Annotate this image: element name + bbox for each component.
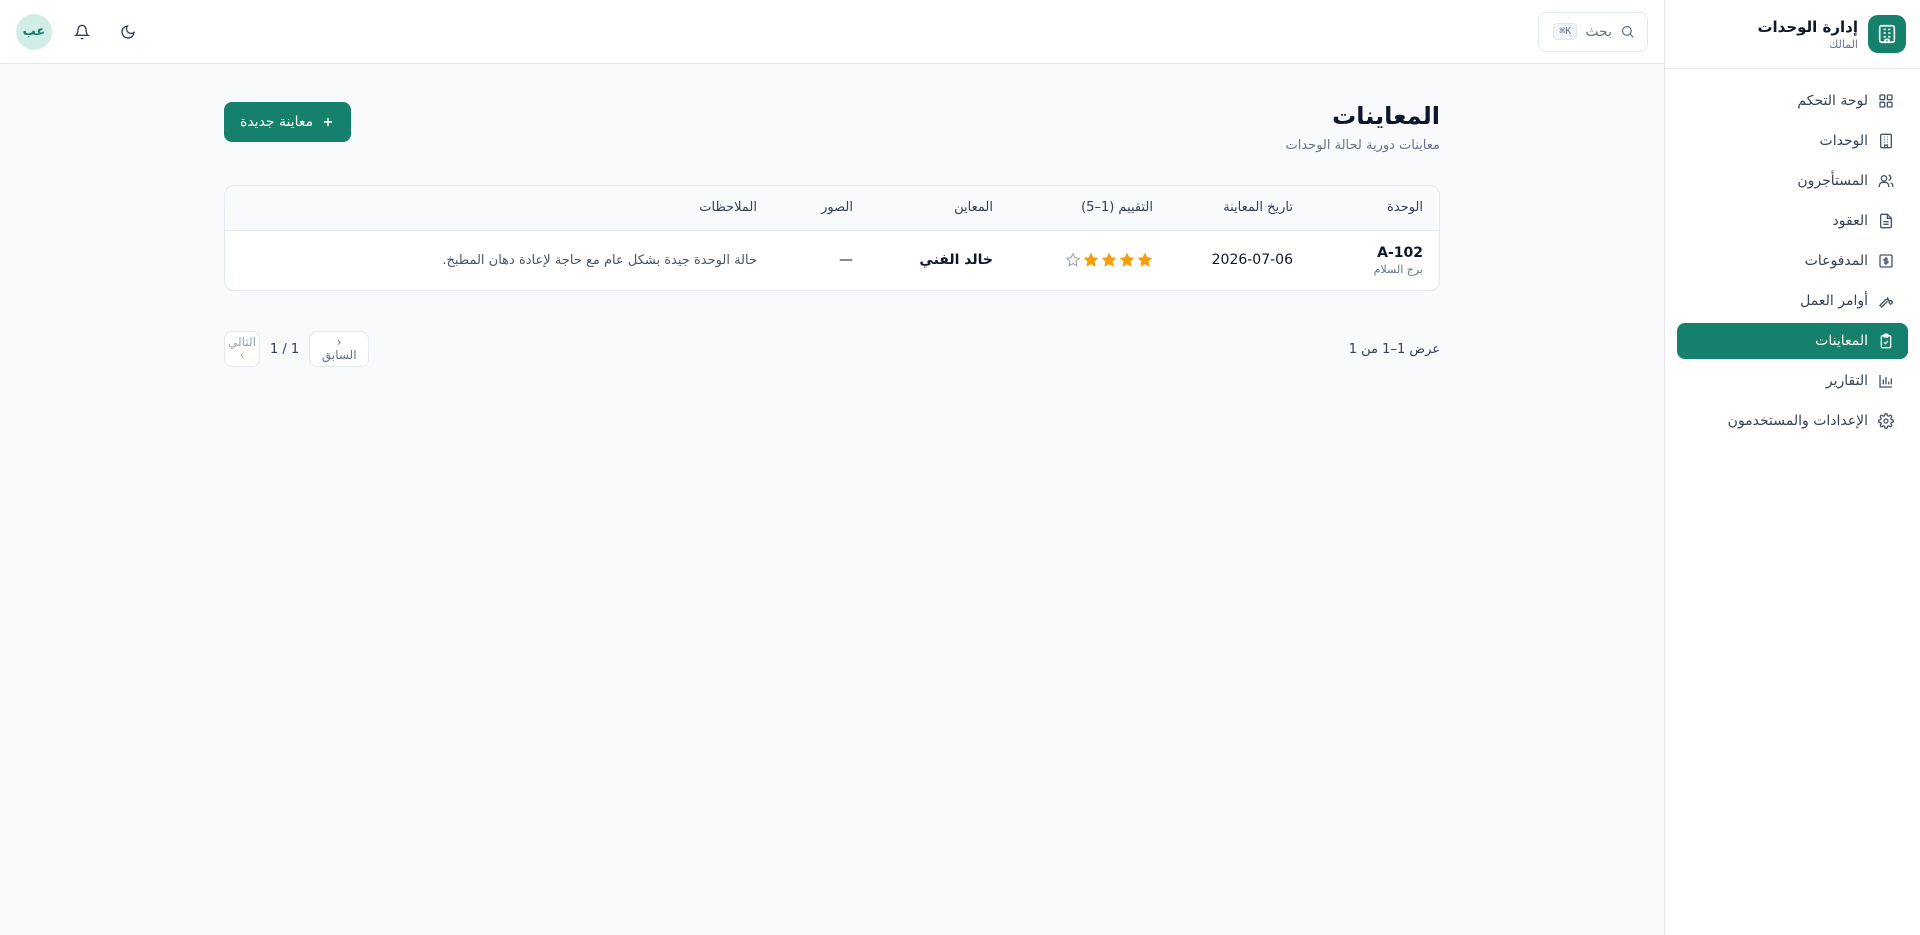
sidebar: إدارة الوحدات المالك لوحة التحكم الوحدات… — [1664, 0, 1920, 935]
cell-photos: — — [839, 252, 853, 269]
cell-date: 2026-07-06 — [1211, 252, 1293, 269]
search-placeholder: بحث — [1585, 23, 1612, 40]
sidebar-item-settings[interactable]: الإعدادات والمستخدمون — [1677, 403, 1908, 439]
column-header-inspector[interactable]: المعاين — [869, 186, 1009, 230]
star-filled-icon — [1102, 253, 1116, 267]
search-icon — [1621, 25, 1634, 38]
sidebar-item-inspections[interactable]: المعاينات — [1677, 323, 1908, 359]
topbar: بحث K⌘ عب — [0, 0, 1664, 64]
column-header-unit[interactable]: الوحدة — [1309, 186, 1439, 230]
sidebar-item-dashboard[interactable]: لوحة التحكم — [1677, 83, 1908, 119]
sidebar-item-work-orders[interactable]: أوامر العمل — [1677, 283, 1908, 319]
bell-icon — [74, 24, 90, 39]
pagination-summary: عرض 1–1 من 1 — [1348, 341, 1440, 357]
unit-code: A-102 — [1377, 244, 1423, 261]
table-header-row: الوحدة تاريخ المعاينة التقييم (1–5) المع… — [225, 186, 1439, 230]
gear-icon — [1878, 413, 1894, 429]
sidebar-item-tenants[interactable]: المستأجرون — [1677, 163, 1908, 199]
page-title: المعاينات — [1332, 102, 1440, 130]
sidebar-item-label: أوامر العمل — [1800, 293, 1868, 309]
sidebar-item-label: الوحدات — [1819, 133, 1868, 149]
cell-inspector: خالد الفني — [919, 252, 993, 269]
sidebar-item-label: العقود — [1832, 213, 1868, 229]
dashboard-icon — [1879, 94, 1893, 108]
sidebar-item-label: المعاينات — [1815, 333, 1868, 349]
sidebar-nav: لوحة التحكم الوحدات المستأجرون العقود ال… — [1665, 69, 1920, 453]
cell-notes: حالة الوحدة جيدة بشكل عام مع حاجة لإعادة… — [442, 252, 757, 268]
top-actions: عب — [16, 13, 144, 50]
new-inspection-label: معاينة جديدة — [240, 114, 314, 130]
brand-subtitle: المالك — [1829, 37, 1858, 51]
page-content: المعاينات معاينات دورية لحالة الوحدات مع… — [0, 64, 1664, 367]
rating-stars — [1025, 252, 1153, 268]
sidebar-item-payments[interactable]: المدفوعات — [1677, 243, 1908, 279]
avatar[interactable]: عب — [16, 13, 52, 50]
unit-building: برج السلام — [1373, 262, 1423, 276]
brand: إدارة الوحدات المالك — [1665, 0, 1920, 69]
star-empty-icon — [1066, 253, 1080, 267]
notifications-button[interactable] — [66, 16, 98, 48]
building-icon — [1880, 133, 1892, 149]
column-header-photos[interactable]: الصور — [773, 186, 869, 230]
star-filled-icon — [1084, 253, 1098, 267]
new-inspection-button[interactable]: معاينة جديدة — [224, 102, 352, 142]
bar-chart-icon — [1879, 375, 1892, 388]
search-shortcut: K⌘ — [1553, 23, 1578, 40]
sidebar-item-label: التقارير — [1825, 373, 1868, 389]
sidebar-item-label: لوحة التحكم — [1797, 93, 1868, 109]
main-area: بحث K⌘ عب المعاينات معاينات دورية لحالة … — [0, 0, 1664, 935]
search-input[interactable]: بحث K⌘ — [1538, 11, 1648, 52]
prev-page-button[interactable]: ‹ السابق — [309, 331, 370, 367]
dollar-icon — [1879, 254, 1893, 268]
cell-unit: A-102 برج السلام — [1309, 230, 1439, 290]
cell-rating — [1009, 230, 1169, 290]
sidebar-item-reports[interactable]: التقارير — [1677, 363, 1908, 399]
table-row[interactable]: A-102 برج السلام 2026-07-06 خالد الفني —… — [225, 230, 1439, 290]
wrench-icon — [1879, 297, 1894, 308]
page-info: 1 / 1 — [270, 341, 300, 357]
pagination: عرض 1–1 من 1 ‹ السابق 1 / 1 التالي › — [224, 331, 1440, 367]
plus-icon — [324, 117, 333, 127]
sidebar-item-label: المدفوعات — [1804, 253, 1868, 269]
column-header-rating[interactable]: التقييم (1–5) — [1009, 186, 1169, 230]
document-icon — [1880, 213, 1892, 229]
sidebar-item-units[interactable]: الوحدات — [1677, 123, 1908, 159]
star-filled-icon — [1138, 253, 1152, 267]
column-header-notes[interactable]: الملاحظات — [225, 186, 773, 230]
sidebar-item-label: المستأجرون — [1797, 173, 1868, 189]
prev-page-label: السابق — [321, 348, 357, 362]
moon-icon — [121, 24, 135, 39]
clipboard-check-icon — [1880, 333, 1892, 349]
page-header: المعاينات معاينات دورية لحالة الوحدات مع… — [224, 102, 1440, 153]
next-page-button[interactable]: التالي › — [224, 331, 260, 367]
chevron-right-icon: › — [239, 348, 245, 362]
pager-controls: ‹ السابق 1 / 1 التالي › — [224, 331, 370, 367]
page-subtitle: معاينات دورية لحالة الوحدات — [1285, 138, 1440, 153]
building-logo-icon — [1868, 15, 1906, 53]
star-filled-icon — [1120, 253, 1134, 267]
sidebar-item-contracts[interactable]: العقود — [1677, 203, 1908, 239]
column-header-date[interactable]: تاريخ المعاينة — [1169, 186, 1309, 230]
brand-title: إدارة الوحدات — [1757, 17, 1858, 36]
inspections-table: الوحدة تاريخ المعاينة التقييم (1–5) المع… — [224, 185, 1440, 291]
theme-toggle-button[interactable] — [112, 16, 144, 48]
users-icon — [1878, 174, 1894, 187]
sidebar-item-label: الإعدادات والمستخدمون — [1727, 413, 1868, 429]
